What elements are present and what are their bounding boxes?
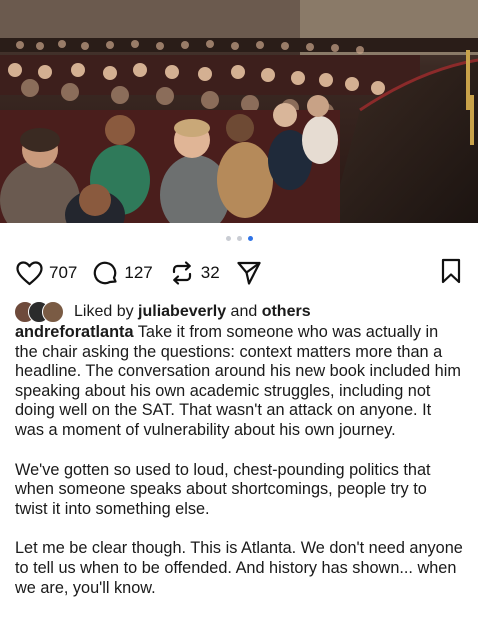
post-actions-bar: 707 127 32: [16, 257, 462, 289]
liked-by-and: and: [230, 303, 258, 320]
repost-button[interactable]: 32: [169, 260, 220, 286]
like-count: 707: [49, 263, 78, 282]
comment-count: 127: [124, 263, 153, 282]
bookmark-icon: [441, 258, 461, 283]
liked-by-prefix: Liked by: [74, 303, 134, 320]
caption-username-link[interactable]: andreforatlanta: [15, 323, 134, 341]
caption-paragraph-2: We've gotten so used to loud, chest-poun…: [15, 460, 431, 518]
post-caption: andreforatlanta Take it from someone who…: [15, 323, 463, 618]
post-photo[interactable]: [0, 0, 478, 223]
comment-icon: [94, 261, 117, 284]
avatar: [42, 301, 64, 323]
heart-icon: [16, 260, 43, 285]
share-button[interactable]: [236, 260, 262, 286]
liked-by-line: Liked by juliabeverly and others: [14, 301, 311, 323]
repost-count: 32: [200, 263, 220, 282]
caption-paragraph-3: Let me be clear though. This is Atlanta.…: [15, 539, 463, 597]
carousel-dot-1: [225, 236, 231, 241]
repost-icon: [172, 261, 191, 285]
like-button[interactable]: 707: [16, 260, 78, 286]
carousel-dot-3-active: [247, 236, 253, 241]
liked-by-others-link[interactable]: others: [262, 303, 311, 321]
carousel-dot-2: [236, 236, 242, 241]
liked-by-user-link[interactable]: juliabeverly: [138, 303, 226, 321]
share-icon: [237, 261, 261, 285]
comment-button[interactable]: 127: [93, 261, 153, 286]
caption-paragraph-1: andreforatlanta Take it from someone who…: [15, 323, 463, 441]
liker-avatars[interactable]: [14, 301, 66, 323]
carousel-indicator: [0, 236, 478, 241]
bookmark-button[interactable]: [440, 258, 462, 289]
